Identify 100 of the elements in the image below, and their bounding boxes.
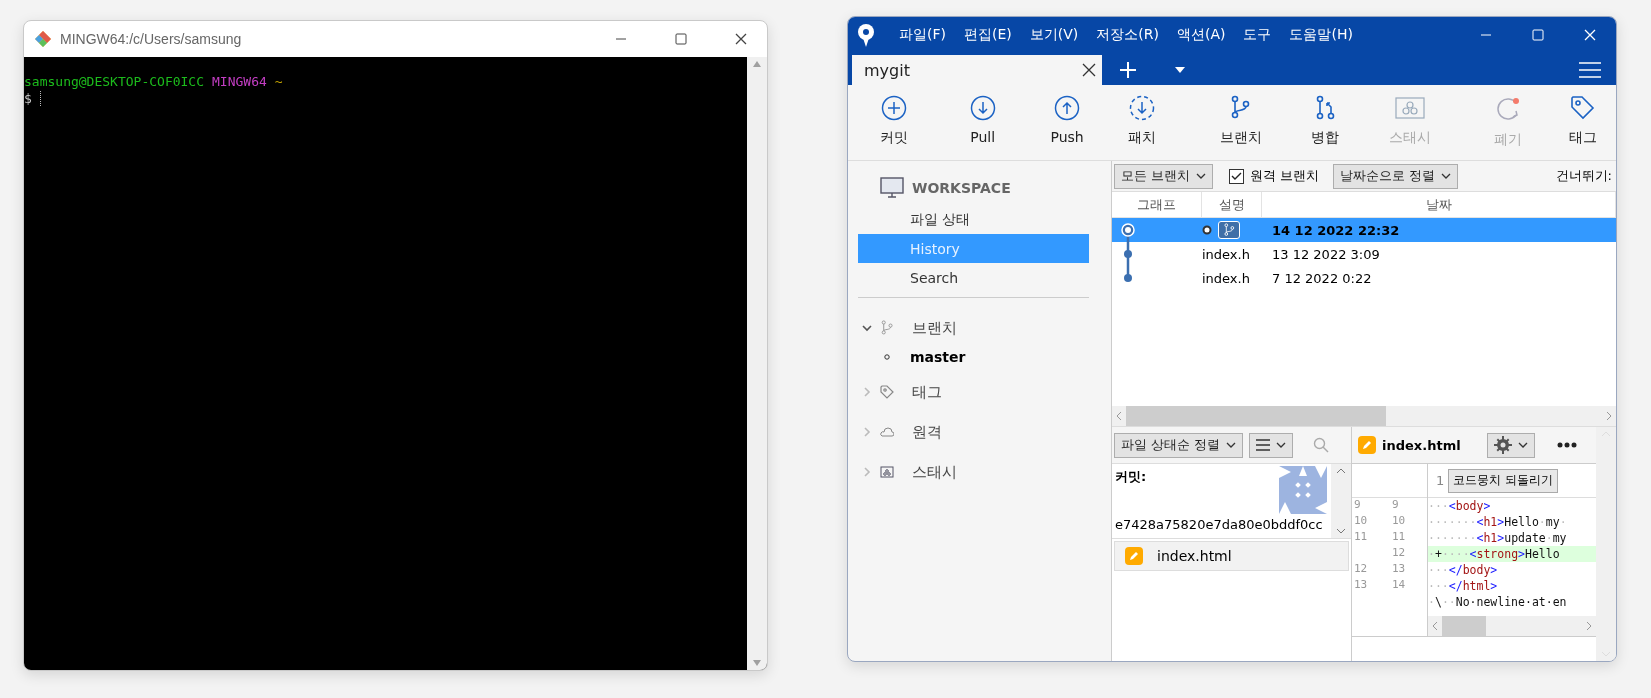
repo-tab[interactable]: mygit bbox=[852, 55, 1102, 85]
menu-item[interactable]: 저장소(R) bbox=[1087, 26, 1168, 44]
commit-row[interactable]: index.h 7 12 2022 0:22 bbox=[1112, 266, 1616, 290]
search-icon[interactable] bbox=[1313, 437, 1330, 453]
scroll-down-icon bbox=[753, 660, 761, 666]
pencil-file-icon bbox=[1125, 547, 1143, 565]
commit-date: 14 12 2022 22:32 bbox=[1272, 222, 1400, 238]
scroll-left-icon bbox=[1116, 411, 1122, 421]
toolbar-button[interactable]: Pull bbox=[931, 89, 1035, 151]
scrollbar-thumb[interactable] bbox=[1442, 616, 1486, 636]
monitor-icon bbox=[880, 177, 904, 199]
hunk-header: 1 bbox=[1435, 473, 1445, 488]
pencil-file-icon bbox=[1358, 436, 1376, 454]
tag-icon bbox=[1570, 95, 1597, 121]
branch-item[interactable]: master bbox=[910, 349, 966, 365]
settings-dropdown[interactable] bbox=[1486, 432, 1535, 458]
cloud-icon bbox=[880, 427, 894, 437]
menu-icon bbox=[1579, 61, 1601, 79]
code-line: ···<body> bbox=[1428, 498, 1492, 514]
sidebar-group[interactable]: 스태시 bbox=[912, 462, 957, 482]
revert-hunk-button[interactable]: 코드뭉치 되돌리기 bbox=[1448, 468, 1559, 493]
caret-icon bbox=[1196, 171, 1207, 181]
maximize-icon bbox=[675, 33, 687, 45]
terminal-text: $ bbox=[24, 90, 32, 107]
app-logo-icon bbox=[856, 23, 876, 47]
commit-row[interactable]: index.h 13 12 2022 3:09 bbox=[1112, 242, 1616, 266]
git-diamond-icon bbox=[34, 30, 52, 48]
menu-item[interactable]: 편집(E) bbox=[955, 26, 1021, 44]
scroll-right-icon bbox=[1606, 411, 1612, 421]
menu-item[interactable]: 도움말(H) bbox=[1280, 26, 1362, 44]
arrow-down-circle-icon bbox=[969, 95, 996, 121]
toolbar-button[interactable]: 태그 bbox=[1550, 89, 1616, 153]
line-number: 12 bbox=[1354, 562, 1369, 577]
column-header[interactable]: 설명 bbox=[1202, 192, 1262, 217]
branch-filter-dropdown[interactable]: 모든 브랜치 bbox=[1114, 163, 1214, 189]
sidebar-group[interactable]: 태그 bbox=[912, 382, 942, 402]
close-icon bbox=[735, 33, 747, 45]
commit-date: 7 12 2022 0:22 bbox=[1272, 270, 1372, 286]
maximize-icon bbox=[1532, 29, 1544, 41]
view-mode-dropdown[interactable] bbox=[1249, 432, 1294, 458]
caret-icon bbox=[1276, 440, 1287, 450]
settings-icon bbox=[1493, 436, 1512, 454]
terminal-text: MINGW64 bbox=[212, 73, 267, 90]
file-item[interactable]: index.html bbox=[1114, 541, 1349, 571]
sidebar-group[interactable]: 브랜치 bbox=[912, 318, 957, 338]
menu-item[interactable]: 도구 bbox=[1234, 26, 1281, 44]
window-title: MINGW64:/c/Users/samsung bbox=[60, 31, 243, 47]
branch-dot-icon bbox=[884, 354, 890, 360]
column-header[interactable]: 그래프 bbox=[1112, 192, 1202, 217]
line-number: 11 bbox=[1354, 530, 1369, 545]
check-icon bbox=[1231, 171, 1243, 181]
sort-dropdown[interactable]: 날짜순으로 정렬 bbox=[1333, 163, 1459, 189]
toolbar-button[interactable]: 병합 bbox=[1296, 89, 1354, 153]
line-number: 13 bbox=[1354, 578, 1369, 593]
scroll-up-icon bbox=[1336, 468, 1346, 474]
caret-icon bbox=[1175, 67, 1185, 73]
plus-circle-icon bbox=[880, 95, 907, 121]
plus-icon bbox=[1119, 61, 1137, 79]
scroll-down-icon bbox=[1336, 528, 1346, 534]
scroll-right-icon bbox=[1586, 621, 1592, 631]
sidebar-item[interactable]: 파일 상태 bbox=[858, 205, 1089, 234]
jump-label: 건너뛰기: bbox=[1555, 167, 1613, 185]
code-line: ·······<h1>update·my bbox=[1428, 530, 1568, 546]
menu-item[interactable]: 액션(A) bbox=[1167, 26, 1235, 44]
commit-date: 13 12 2022 3:09 bbox=[1272, 246, 1380, 262]
caret-icon bbox=[1441, 171, 1452, 181]
tag-icon bbox=[880, 385, 894, 399]
sidebar-group[interactable]: 원격 bbox=[912, 422, 942, 442]
workspace-label: WORKSPACE bbox=[912, 180, 1011, 196]
scroll-up-icon bbox=[753, 61, 761, 67]
code-line: ···</html> bbox=[1428, 578, 1499, 594]
menu-item[interactable]: 보기(V) bbox=[1020, 26, 1088, 44]
toolbar-button[interactable]: Push bbox=[1034, 89, 1100, 151]
caret-icon bbox=[1517, 440, 1528, 450]
column-header[interactable]: 날짜 bbox=[1262, 192, 1616, 217]
commit-label: 커밋: bbox=[1115, 468, 1148, 486]
stash-box-icon bbox=[880, 466, 894, 478]
code-line: ·······<h1>Hello·my· bbox=[1428, 514, 1568, 530]
toolbar-button[interactable]: 커밋 bbox=[856, 89, 932, 153]
remote-branch-checkbox[interactable]: 원격 브랜치 bbox=[1229, 167, 1320, 185]
file-sort-dropdown[interactable]: 파일 상태순 정렬 bbox=[1114, 432, 1244, 458]
line-number: 10 bbox=[1392, 514, 1407, 529]
toolbar-button[interactable]: 브랜치 bbox=[1184, 89, 1297, 153]
code-line: ·\··No·newline·at·en bbox=[1428, 594, 1568, 610]
stash-box-icon bbox=[1394, 95, 1425, 121]
sidebar-item[interactable]: Search bbox=[858, 263, 1089, 292]
terminal-text: samsung@DESKTOP-COF0ICC bbox=[24, 73, 204, 90]
commit-description: index.h bbox=[1202, 270, 1250, 286]
more-icon[interactable] bbox=[1556, 442, 1577, 448]
line-number: 9 bbox=[1354, 498, 1362, 513]
code-line: ···</body> bbox=[1428, 562, 1499, 578]
line-number: 13 bbox=[1392, 562, 1407, 577]
arrow-up-circle-icon bbox=[1054, 95, 1081, 121]
menu-item[interactable]: 파일(F) bbox=[890, 26, 955, 44]
scrollbar-thumb[interactable] bbox=[1126, 406, 1386, 426]
line-number: 14 bbox=[1392, 578, 1407, 593]
commit-row[interactable]: 14 12 2022 22:32 bbox=[1112, 218, 1616, 242]
commit-hash: e7428a75820e7da80e0bddf0cc bbox=[1115, 517, 1324, 532]
toolbar-button[interactable]: 패치 bbox=[1099, 89, 1185, 153]
avatar-identicon-icon bbox=[1279, 466, 1327, 514]
